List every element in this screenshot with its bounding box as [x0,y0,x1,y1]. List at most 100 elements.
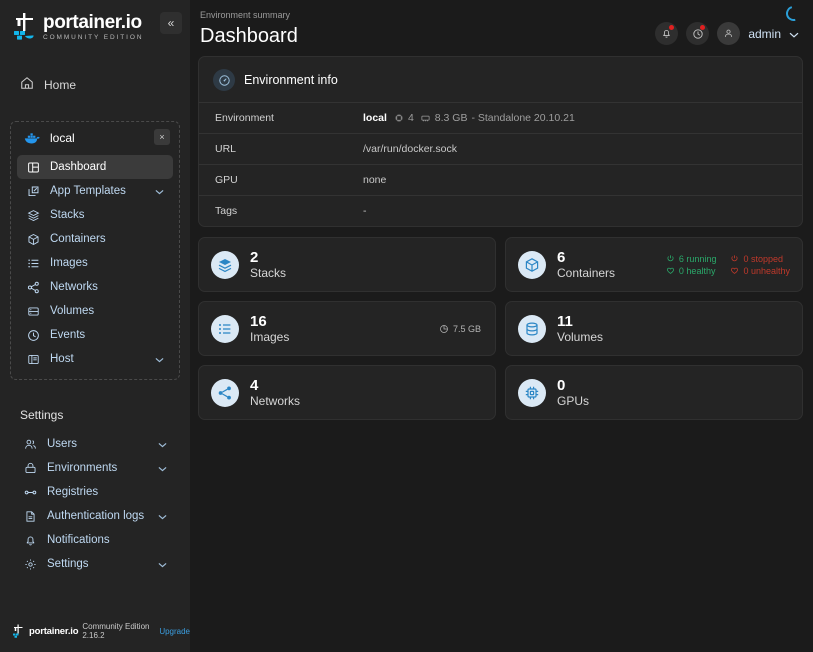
sidebar-item-containers[interactable]: Containers [17,227,173,251]
sidebar-item-events[interactable]: Events [17,323,173,347]
environment-memory: 8.3 GB [435,112,468,124]
sidebar-item-settings-label: Settings [47,558,89,570]
events-icon [26,328,40,342]
cpu-chip-icon [518,379,546,407]
info-row-url: URL /var/run/docker.sock [199,133,802,164]
settings-nav-list: Users Environments [12,432,178,576]
cpu-icon [394,113,404,123]
sidebar-item-settings[interactable]: Settings [14,552,176,576]
info-key: Environment [215,112,363,124]
sidebar-item-events-label: Events [50,329,85,341]
settings-section-title: Settings [20,408,190,422]
chevron-down-icon [155,182,164,200]
stat-count: 16 [250,313,289,330]
stat-count: 0 [557,377,589,394]
info-key: GPU [215,174,363,186]
sidebar-item-environments-label: Environments [47,462,117,474]
avatar[interactable] [717,22,740,45]
chevron-down-icon[interactable] [789,25,799,43]
stat-count: 2 [250,249,286,266]
stat-card-stacks[interactable]: 2 Stacks [198,237,496,292]
stat-text: 2 Stacks [250,249,286,281]
sidebar-item-networks-label: Networks [50,281,98,293]
home-icon [20,76,34,93]
stat-card-networks[interactable]: 4 Networks [198,365,496,420]
stat-label: Stacks [250,266,286,280]
footer-upgrade-link[interactable]: Upgrade [159,627,190,636]
status-stopped-label: 0 stopped [743,254,783,264]
registries-icon [23,485,37,499]
sidebar-item-networks[interactable]: Networks [17,275,173,299]
sidebar: portainer.io COMMUNITY EDITION « Home [0,0,190,652]
sidebar-item-images[interactable]: Images [17,251,173,275]
stacks-icon [26,208,40,222]
sidebar-item-users-label: Users [47,438,77,450]
database-icon [518,315,546,343]
sidebar-item-volumes[interactable]: Volumes [17,299,173,323]
status-unhealthy: 0 unhealthy [730,266,790,276]
environment-selector[interactable]: local × [15,128,175,148]
environment-selector-block: local × Dashboard [10,121,180,380]
info-value: local 4 8.3 GB - Standalone 20.10.21 [363,112,575,124]
container-cube-icon [518,251,546,279]
sidebar-item-app-templates[interactable]: App Templates [17,179,173,203]
notifications-badge [669,25,674,30]
sidebar-item-stacks[interactable]: Stacks [17,203,173,227]
sidebar-item-home[interactable]: Home [12,70,178,99]
timer-button[interactable] [686,22,709,45]
user-menu-label[interactable]: admin [748,27,781,41]
sidebar-item-users[interactable]: Users [14,432,176,456]
stat-label: GPUs [557,394,589,408]
sidebar-item-environments[interactable]: Environments [14,456,176,480]
stats-grid: 2 Stacks 6 Containers [198,237,803,420]
dashboard-content: Environment info Environment local 4 [190,48,813,420]
sidebar-item-notifications[interactable]: Notifications [14,528,176,552]
stat-text: 4 Networks [250,377,300,409]
stat-count: 4 [250,377,300,394]
stat-label: Volumes [557,330,603,344]
status-running: 6 running [666,254,717,264]
chevron-down-icon [155,350,164,368]
templates-icon [26,184,40,198]
notifications-button[interactable] [655,22,678,45]
gear-icon [23,557,37,571]
chevron-down-icon [158,435,167,453]
info-value: /var/run/docker.sock [363,143,457,155]
sidebar-item-containers-label: Containers [50,233,106,245]
heart-icon [666,266,675,275]
sidebar-nav-list: Dashboard App Templates [15,155,175,371]
environment-name: local [50,131,75,145]
container-status-summary: 6 running 0 stopped 0 heal [666,254,790,276]
sidebar-item-volumes-label: Volumes [50,305,94,317]
info-row-gpu: GPU none [199,164,802,195]
info-value: none [363,174,386,186]
sidebar-item-registries[interactable]: Registries [14,480,176,504]
sidebar-item-dashboard[interactable]: Dashboard [17,155,173,179]
status-unhealthy-label: 0 unhealthy [743,266,790,276]
info-key: URL [215,143,363,155]
stat-card-volumes[interactable]: 11 Volumes [505,301,803,356]
sidebar-item-host[interactable]: Host [17,347,173,371]
sidebar-item-authentication-logs[interactable]: Authentication logs [14,504,176,528]
images-icon [26,256,40,270]
docker-whale-icon [24,132,41,145]
brand-name: portainer.io [43,13,143,32]
images-size-badge: 7.5 GB [439,324,481,334]
heart-icon [730,266,739,275]
sidebar-brand[interactable]: portainer.io COMMUNITY EDITION « [0,0,190,52]
stat-card-gpus[interactable]: 0 GPUs [505,365,803,420]
environment-close-button[interactable]: × [154,129,170,145]
environment-info-title: Environment info [244,73,338,87]
stat-text: 16 Images [250,313,289,345]
info-key: Tags [215,205,363,217]
footer-edition: Community Edition 2.16.2 [82,622,155,640]
bell-icon [23,533,37,547]
sidebar-collapse-button[interactable]: « [160,12,182,34]
user-avatar-icon [723,28,734,39]
stat-card-images[interactable]: 16 Images 7.5 GB [198,301,496,356]
stat-label: Images [250,330,289,344]
stat-card-containers[interactable]: 6 Containers 6 running [505,237,803,292]
sidebar-item-stacks-label: Stacks [50,209,85,221]
environment-info-card: Environment info Environment local 4 [198,56,803,227]
chevron-down-icon [158,555,167,573]
